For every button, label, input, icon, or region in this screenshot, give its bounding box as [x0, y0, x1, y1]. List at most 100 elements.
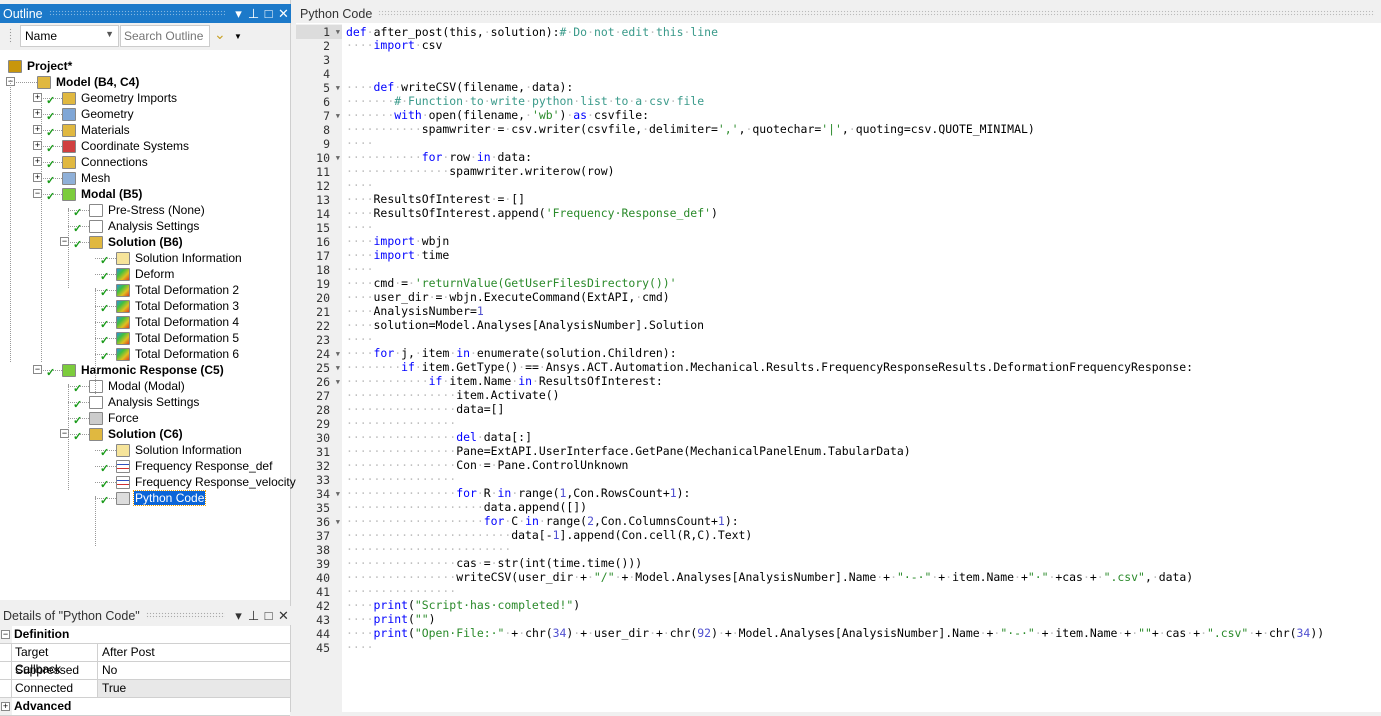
code-line[interactable]: ················writeCSV(user_dir·+·"/"·…: [346, 570, 1381, 584]
code-line[interactable]: ················cas·=·str(int(time.time(…: [346, 556, 1381, 570]
fold-chevron-icon[interactable]: ▼: [336, 515, 340, 529]
code-line[interactable]: ····print(""): [346, 612, 1381, 626]
header-grip[interactable]: [378, 10, 1375, 17]
code-line[interactable]: ····print("Script·has·completed!"): [346, 598, 1381, 612]
code-line[interactable]: ····cmd·=·'returnValue(GetUserFilesDirec…: [346, 276, 1381, 290]
tree-item[interactable]: + ✓ Coordinate Systems: [0, 138, 290, 155]
code-line[interactable]: ····: [346, 220, 1381, 234]
details-section-advanced[interactable]: + Advanced: [0, 698, 290, 716]
tree-item[interactable]: − ✓ Modal (B5): [0, 186, 290, 203]
tree-item[interactable]: ✓ Force: [0, 410, 290, 427]
code-line[interactable]: ················Con·=·Pane.ControlUnknow…: [346, 458, 1381, 472]
close-icon[interactable]: ✕: [276, 608, 291, 624]
fold-chevron-icon[interactable]: ▼: [336, 347, 340, 361]
fold-chevron-icon[interactable]: ▼: [336, 81, 340, 95]
expand-icon[interactable]: +: [1, 702, 10, 711]
tree-item[interactable]: − Model (B4, C4): [0, 74, 290, 90]
code-line[interactable]: ················del·data[:]: [346, 430, 1381, 444]
code-line[interactable]: ················Pane=ExtAPI.UserInterfac…: [346, 444, 1381, 458]
code-line[interactable]: ················: [346, 416, 1381, 430]
tree-item[interactable]: + ✓ Geometry Imports: [0, 90, 290, 107]
details-section-definition[interactable]: − Definition: [0, 626, 290, 644]
details-row[interactable]: Connected True: [0, 680, 290, 698]
code-editor[interactable]: def·after_post(this,·solution):#·Do·not·…: [346, 24, 1381, 654]
code-line[interactable]: ····ResultsOfInterest.append('Frequency·…: [346, 206, 1381, 220]
code-line[interactable]: ····import·time: [346, 248, 1381, 262]
code-line[interactable]: ···············spamwriter.writerow(row): [346, 164, 1381, 178]
code-line[interactable]: ····print("Open·File:·"·+·chr(34)·+·user…: [346, 626, 1381, 640]
tree-item[interactable]: ✓ Python Code: [0, 490, 290, 507]
code-line[interactable]: ····················for·C·in·range(2,Con…: [346, 514, 1381, 528]
close-icon[interactable]: ✕: [276, 6, 291, 22]
code-line[interactable]: ····def·writeCSV(filename,·data):: [346, 80, 1381, 94]
tree-item[interactable]: ✓ Total Deformation 4: [0, 314, 290, 331]
fold-chevron-icon[interactable]: ▼: [336, 487, 340, 501]
fold-chevron-icon[interactable]: ▼: [336, 25, 340, 39]
collapse-icon[interactable]: −: [33, 365, 42, 374]
code-line[interactable]: ········if·item.GetType()·==·Ansys.ACT.A…: [346, 360, 1381, 374]
code-line[interactable]: ···········spamwriter·=·csv.writer(csvfi…: [346, 122, 1381, 136]
code-line[interactable]: ················: [346, 472, 1381, 486]
code-line[interactable]: ················item.Activate(): [346, 388, 1381, 402]
maximize-icon[interactable]: □: [261, 6, 276, 21]
code-line[interactable]: [346, 52, 1381, 66]
filter-dropdown-icon[interactable]: ▼: [234, 32, 242, 41]
code-line[interactable]: ·······with·open(filename,·'wb')·as·csvf…: [346, 108, 1381, 122]
code-line[interactable]: [346, 66, 1381, 80]
tree-item[interactable]: ✓ Total Deformation 3: [0, 298, 290, 315]
tree-item[interactable]: − ✓ Solution (B6): [0, 234, 290, 251]
code-line[interactable]: ····AnalysisNumber=1: [346, 304, 1381, 318]
tree-item[interactable]: ✓ Pre-Stress (None): [0, 202, 290, 219]
pin-icon[interactable]: ⊥: [246, 608, 261, 624]
code-line[interactable]: ················: [346, 584, 1381, 598]
code-line[interactable]: ····ResultsOfInterest·=·[]: [346, 192, 1381, 206]
code-line[interactable]: ····: [346, 262, 1381, 276]
code-line[interactable]: ···········for·row·in·data:: [346, 150, 1381, 164]
code-line[interactable]: ················for·R·in·range(1,Con.Row…: [346, 486, 1381, 500]
toolbar-grip[interactable]: [9, 28, 12, 44]
tree-item[interactable]: ✓ Solution Information: [0, 442, 290, 459]
tree-item[interactable]: ✓ Analysis Settings: [0, 218, 290, 235]
code-line[interactable]: ····: [346, 332, 1381, 346]
details-row[interactable]: Suppressed No: [0, 662, 290, 680]
code-line[interactable]: ····: [346, 178, 1381, 192]
tree-item[interactable]: − ✓ Harmonic Response (C5): [0, 362, 290, 379]
filter-chevron-icon[interactable]: ⌄: [214, 26, 226, 43]
pin-icon[interactable]: ⊥: [246, 6, 261, 22]
code-line[interactable]: ············if·item.Name·in·ResultsOfInt…: [346, 374, 1381, 388]
search-outline-input[interactable]: [120, 25, 210, 47]
code-line[interactable]: ················data=[]: [346, 402, 1381, 416]
code-line[interactable]: ························data[-1].append(…: [346, 528, 1381, 542]
details-value[interactable]: No: [98, 662, 290, 679]
tree-item[interactable]: + ✓ Mesh: [0, 170, 290, 187]
maximize-icon[interactable]: □: [261, 608, 276, 623]
tree-item[interactable]: ✓ Total Deformation 2: [0, 282, 290, 299]
tree-item[interactable]: ✓ Solution Information: [0, 250, 290, 267]
tree-item[interactable]: ✓ Analysis Settings: [0, 394, 290, 411]
code-line[interactable]: ····: [346, 640, 1381, 654]
tree-item[interactable]: ✓ Deform: [0, 266, 290, 283]
code-line[interactable]: ····················data.append([]): [346, 500, 1381, 514]
tree-item[interactable]: Project*: [0, 58, 290, 74]
fold-chevron-icon[interactable]: ▼: [336, 109, 340, 123]
details-value[interactable]: After Post: [98, 644, 290, 661]
fold-chevron-icon[interactable]: ▼: [336, 375, 340, 389]
code-line[interactable]: ····: [346, 136, 1381, 150]
code-line[interactable]: ····import·csv: [346, 38, 1381, 52]
dropdown-icon[interactable]: ▾: [231, 608, 246, 624]
dropdown-icon[interactable]: ▾: [231, 6, 246, 22]
code-line[interactable]: ························: [346, 542, 1381, 556]
tree-item[interactable]: ✓ Total Deformation 6: [0, 346, 290, 363]
code-line[interactable]: ····user_dir·=·wbjn.ExecuteCommand(ExtAP…: [346, 290, 1381, 304]
tree-item[interactable]: ✓ Frequency Response_velocity: [0, 474, 296, 491]
tree-item[interactable]: + ✓ Materials: [0, 122, 290, 139]
fold-chevron-icon[interactable]: ▼: [336, 361, 340, 375]
tree-item[interactable]: ✓ Total Deformation 5: [0, 330, 290, 347]
details-row[interactable]: Target Callback After Post: [0, 644, 290, 676]
name-select[interactable]: Name ▼: [20, 25, 119, 47]
tree-item[interactable]: − ✓ Solution (C6): [0, 426, 290, 443]
tree-item[interactable]: + ✓ Geometry: [0, 106, 290, 123]
code-line[interactable]: ····for·j,·item·in·enumerate(solution.Ch…: [346, 346, 1381, 360]
tree-item[interactable]: ✓ Frequency Response_def: [0, 458, 290, 475]
tree-item[interactable]: + ✓ Connections: [0, 154, 290, 171]
